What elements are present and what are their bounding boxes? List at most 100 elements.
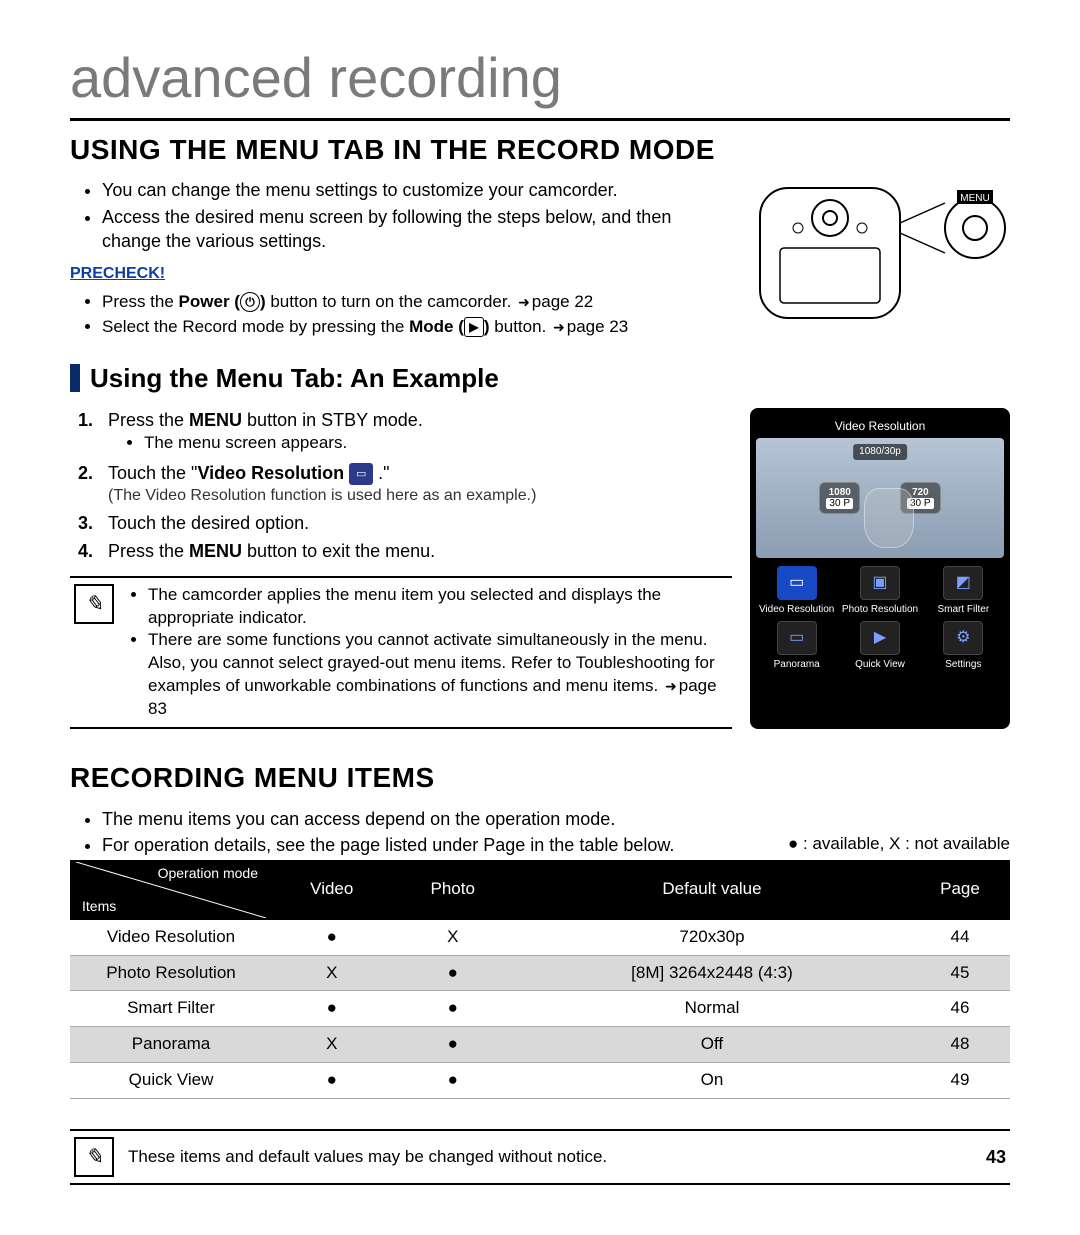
step-item: 3.Touch the desired option. xyxy=(78,511,732,535)
menu-smart-filter[interactable]: ◩Smart Filter xyxy=(925,566,1002,615)
page-number: 43 xyxy=(970,1145,1006,1169)
settings-icon: ⚙ xyxy=(943,621,983,655)
arrow-icon xyxy=(551,317,567,336)
table-cell: X xyxy=(392,920,514,955)
text: button in STBY mode. xyxy=(242,410,423,430)
menu-grid: ▭Video Resolution ▣Photo Resolution ◩Sma… xyxy=(756,558,1004,678)
table-header-diagonal: Operation mode Items xyxy=(76,862,266,918)
step-item: 4.Press the MENU button to exit the menu… xyxy=(78,539,732,563)
resolution-option-1080[interactable]: 108030 P xyxy=(819,482,860,514)
arrow-icon xyxy=(663,676,679,695)
table-cell: Photo Resolution xyxy=(70,955,272,991)
precheck-list: Press the Power (⏻) button to turn on th… xyxy=(70,291,732,339)
table-row: Photo ResolutionX●[8M] 3264x2448 (4:3)45 xyxy=(70,955,1010,991)
precheck-label: PRECHECK! xyxy=(70,263,732,285)
page-footer: ✎ These items and default values may be … xyxy=(70,1129,1010,1185)
table-cell: [8M] 3264x2448 (4:3) xyxy=(514,955,910,991)
table-cell: Smart Filter xyxy=(70,991,272,1027)
note-box: ✎ The camcorder applies the menu item yo… xyxy=(70,576,732,730)
text: button to exit the menu. xyxy=(242,541,435,561)
table-cell: ● xyxy=(392,1063,514,1099)
menu-items-table: Operation mode Items Video Photo Default… xyxy=(70,860,1010,1100)
menu-panorama[interactable]: ▭Panorama xyxy=(758,621,835,670)
photo-resolution-icon: ▣ xyxy=(860,566,900,600)
table-row: Smart Filter●●Normal46 xyxy=(70,991,1010,1027)
table-cell: 49 xyxy=(910,1063,1010,1099)
table-cell: On xyxy=(514,1063,910,1099)
intro-bullet-list: You can change the menu settings to cust… xyxy=(70,178,732,253)
resolution-badge: 1080/30p xyxy=(853,444,907,460)
text: Power ( xyxy=(179,292,240,311)
table-cell: Video Resolution xyxy=(70,920,272,955)
table-cell: ● xyxy=(392,955,514,991)
menu-callout-label: MENU xyxy=(960,193,989,204)
hand-pointer-icon xyxy=(864,488,914,548)
recording-bullets: The menu items you can access depend on … xyxy=(70,807,732,860)
note-icon: ✎ xyxy=(74,1137,114,1177)
text: Press the xyxy=(102,292,179,311)
camcorder-illustration: MENU xyxy=(750,178,1010,340)
section-heading-menu-items: RECORDING MENU ITEMS xyxy=(70,759,1010,797)
text: button. xyxy=(490,317,551,336)
table-row: Quick View●●On49 xyxy=(70,1063,1010,1099)
precheck-item: Select the Record mode by pressing the M… xyxy=(102,316,732,339)
text: button to turn on the camcorder. xyxy=(266,292,516,311)
text: There are some functions you cannot acti… xyxy=(148,630,715,695)
table-cell: 48 xyxy=(910,1027,1010,1063)
note-icon: ✎ xyxy=(74,584,114,624)
note-item: The camcorder applies the menu item you … xyxy=(148,584,726,630)
mode-icon: ▶ xyxy=(464,317,484,337)
screen-title: Video Resolution xyxy=(756,414,1004,438)
text: Touch the " xyxy=(108,463,197,483)
video-resolution-icon: ▭ xyxy=(777,566,817,600)
subheading-text: Using the Menu Tab: An Example xyxy=(90,361,499,396)
step-item: 2. Touch the "Video Resolution ▭ ." (The… xyxy=(78,461,732,507)
text: MENU xyxy=(189,410,242,430)
table-cell: 45 xyxy=(910,955,1010,991)
chapter-title: advanced recording xyxy=(70,40,1010,121)
panorama-icon: ▭ xyxy=(777,621,817,655)
intro-bullet: Access the desired menu screen by follow… xyxy=(102,205,732,254)
power-icon: ⏻ xyxy=(240,292,260,312)
menu-video-resolution[interactable]: ▭Video Resolution xyxy=(758,566,835,615)
table-cell: ● xyxy=(392,991,514,1027)
page-ref: page 23 xyxy=(567,317,628,336)
table-cell: 44 xyxy=(910,920,1010,955)
table-cell: X xyxy=(272,955,392,991)
rec-bullet: The menu items you can access depend on … xyxy=(102,807,732,831)
note-item: There are some functions you cannot acti… xyxy=(148,629,726,721)
menu-quick-view[interactable]: ▶Quick View xyxy=(841,621,918,670)
arrow-icon xyxy=(516,292,532,311)
device-screenshot: Video Resolution 1080/30p 108030 P 72030… xyxy=(750,408,1010,729)
precheck-item: Press the Power (⏻) button to turn on th… xyxy=(102,291,732,314)
menu-settings[interactable]: ⚙Settings xyxy=(925,621,1002,670)
page-ref: page 22 xyxy=(532,292,593,311)
table-cell: Normal xyxy=(514,991,910,1027)
col-header: Photo xyxy=(392,860,514,920)
menu-photo-resolution[interactable]: ▣Photo Resolution xyxy=(841,566,918,615)
table-cell: ● xyxy=(272,920,392,955)
row-header-items: Items xyxy=(82,897,116,916)
subheading-example: Using the Menu Tab: An Example xyxy=(70,361,1010,396)
col-header: Default value xyxy=(514,860,910,920)
smart-filter-icon: ◩ xyxy=(943,566,983,600)
text: Touch the desired option. xyxy=(108,511,309,535)
text: Press the xyxy=(108,410,189,430)
table-cell: Panorama xyxy=(70,1027,272,1063)
text: Select the Record mode by pressing the xyxy=(102,317,409,336)
steps-list: 1. Press the MENU button in STBY mode. T… xyxy=(70,408,732,564)
intro-bullet: You can change the menu settings to cust… xyxy=(102,178,732,202)
footer-note: These items and default values may be ch… xyxy=(128,1146,956,1169)
step-note: (The Video Resolution function is used h… xyxy=(108,485,536,507)
table-cell: 720x30p xyxy=(514,920,910,955)
section-heading-menu-tab: USING THE MENU TAB IN THE RECORD MODE xyxy=(70,131,1010,169)
table-cell: ● xyxy=(272,1063,392,1099)
step-item: 1. Press the MENU button in STBY mode. T… xyxy=(78,408,732,457)
table-cell: Quick View xyxy=(70,1063,272,1099)
table-row: PanoramaX●Off48 xyxy=(70,1027,1010,1063)
col-header: Page xyxy=(910,860,1010,920)
table-row: Video Resolution●X720x30p44 xyxy=(70,920,1010,955)
text: Mode ( xyxy=(409,317,464,336)
table-legend: ● : available, X : not available xyxy=(750,833,1010,856)
table-cell: X xyxy=(272,1027,392,1063)
